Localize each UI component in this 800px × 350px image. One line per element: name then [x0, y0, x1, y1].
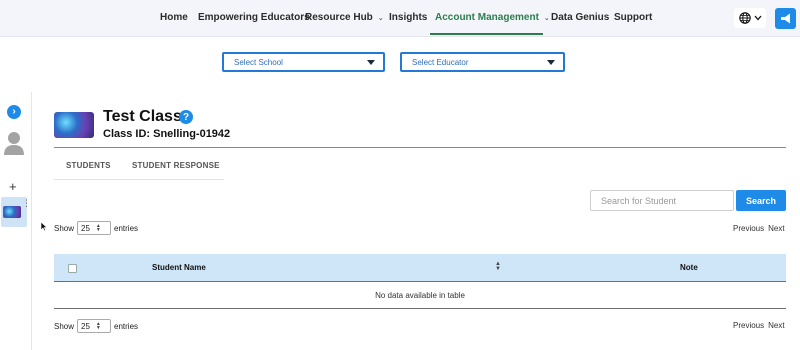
nav-item-label: Support: [614, 12, 653, 23]
entries-value: 25: [81, 321, 90, 331]
nav-item-label: Home: [160, 12, 188, 23]
select-educator-dropdown[interactable]: Select Educator: [400, 52, 565, 72]
column-header-student-name[interactable]: Student Name: [152, 263, 206, 272]
rail-divider: [31, 92, 32, 350]
entries-length-control: Show 25 ▲ ▼ entries: [54, 221, 138, 235]
announcements-button[interactable]: [775, 8, 796, 29]
updown-icon: ▲ ▼: [95, 223, 101, 233]
entries-suffix: entries: [114, 321, 139, 331]
nav-item-resource-hub[interactable]: Resource Hub ⌄: [305, 12, 384, 23]
pagination-bottom: Previous Next: [733, 321, 785, 330]
next-page-link[interactable]: Next: [768, 224, 784, 233]
previous-page-link[interactable]: Previous: [733, 224, 764, 233]
updown-icon: ▲ ▼: [95, 321, 101, 331]
caret-down-icon: [367, 60, 375, 65]
nav-item-account-management[interactable]: Account Management ⌄: [435, 12, 550, 23]
nav-item-empowering-educators[interactable]: Empowering Educators: [198, 12, 310, 23]
add-class-button[interactable]: +: [9, 179, 17, 194]
nav-item-data-genius[interactable]: Data Genius: [551, 12, 609, 23]
avatar[interactable]: [3, 130, 25, 161]
sort-icon[interactable]: ▲ ▼: [495, 261, 501, 272]
sidebar-item-test-class[interactable]: ⋮: [1, 197, 31, 227]
user-avatar-icon: [4, 132, 24, 155]
entries-length-control-bottom: Show 25 ▲ ▼ entries: [54, 319, 138, 333]
tab-divider: [54, 179, 224, 180]
column-header-note[interactable]: Note: [680, 263, 698, 272]
search-placeholder: Search for Student: [601, 195, 677, 206]
tab-students[interactable]: STUDENTS: [66, 161, 111, 170]
class-thumbnail: [3, 206, 21, 218]
next-page-link[interactable]: Next: [768, 321, 784, 330]
search-input[interactable]: Search for Student: [590, 190, 734, 211]
kebab-menu-icon[interactable]: ⋮: [22, 199, 31, 208]
class-banner-image: [54, 112, 94, 138]
search-button-label: Search: [745, 195, 777, 206]
select-school-dropdown[interactable]: Select School: [222, 52, 385, 72]
nav-item-insights[interactable]: Insights: [389, 12, 427, 23]
nav-item-label: Insights: [389, 12, 428, 23]
entries-select[interactable]: 25 ▲ ▼: [77, 319, 112, 333]
tab-label: STUDENTS: [66, 161, 111, 170]
table-row: No data available in table: [54, 282, 786, 309]
top-navigation-bar: Home Empowering Educators Resource Hub ⌄ …: [0, 0, 800, 37]
pagination: Previous Next: [733, 224, 785, 233]
search-button[interactable]: Search: [736, 190, 786, 211]
mouse-cursor-icon: [40, 221, 48, 232]
entries-suffix: entries: [114, 223, 139, 233]
caret-down-icon: [547, 60, 555, 65]
language-selector[interactable]: [734, 8, 766, 28]
chevron-down-icon: [754, 15, 761, 21]
nav-item-support[interactable]: Support: [614, 12, 652, 23]
header-divider: [54, 147, 786, 148]
page-title: Test Class: [103, 108, 182, 125]
class-id-label: Class ID: Snelling-01942: [103, 128, 231, 140]
chevron-down-icon: ⌄: [543, 15, 550, 22]
chevron-right-icon: ›: [12, 106, 16, 117]
show-label: Show: [54, 321, 75, 331]
active-nav-indicator: [430, 33, 543, 35]
table-header: Student Name ▲ ▼ Note: [54, 254, 786, 282]
megaphone-icon: [781, 13, 790, 24]
nav-item-label: Data Genius: [551, 12, 610, 23]
help-symbol: ?: [182, 111, 190, 123]
nav-item-label: Empowering Educators: [198, 12, 310, 23]
select-all-checkbox[interactable]: [68, 264, 77, 273]
previous-page-link[interactable]: Previous: [733, 321, 764, 330]
nav-item-label: Resource Hub: [305, 12, 373, 23]
tab-label: STUDENT RESPONSE: [132, 161, 220, 170]
entries-value: 25: [81, 223, 90, 233]
expand-sidebar-button[interactable]: ›: [7, 105, 21, 119]
globe-icon: [738, 12, 751, 24]
entries-select[interactable]: 25 ▲ ▼: [77, 221, 112, 235]
empty-table-message: No data available in table: [375, 290, 465, 300]
tab-student-response[interactable]: STUDENT RESPONSE: [132, 161, 220, 170]
nav-item-home[interactable]: Home: [160, 12, 188, 23]
chevron-down-icon: ⌄: [377, 15, 384, 22]
show-label: Show: [54, 223, 75, 233]
select-educator-label: Select Educator: [412, 57, 469, 67]
help-icon[interactable]: ?: [179, 110, 193, 124]
select-school-label: Select School: [234, 57, 283, 67]
nav-item-label: Account Management: [435, 12, 539, 23]
